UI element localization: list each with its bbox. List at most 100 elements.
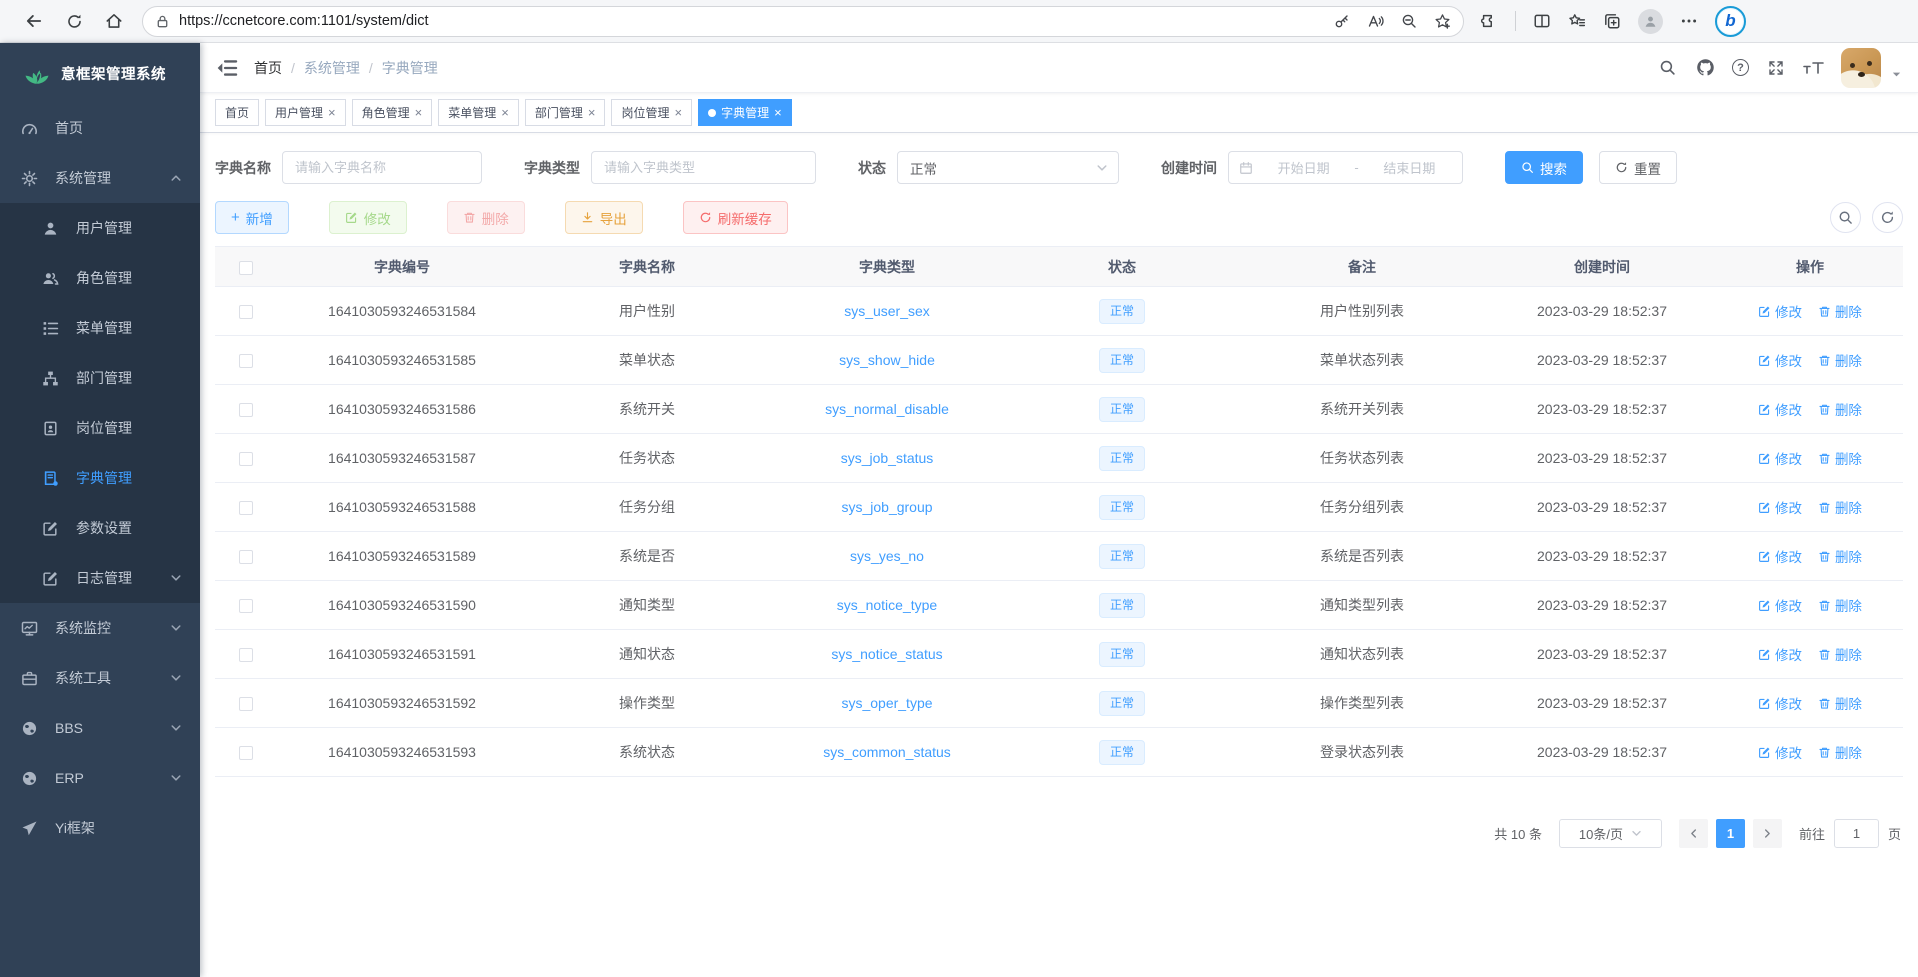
row-checkbox[interactable]: [239, 550, 253, 564]
prev-page-button[interactable]: [1679, 819, 1708, 848]
sidebar-item-dept-mgmt[interactable]: 部门管理: [0, 353, 200, 403]
row-checkbox[interactable]: [239, 746, 253, 760]
row-edit-link[interactable]: 修改: [1758, 399, 1802, 419]
select-all-checkbox[interactable]: [239, 261, 253, 275]
close-icon[interactable]: ×: [328, 106, 336, 119]
sidebar-item-menu-mgmt[interactable]: 菜单管理: [0, 303, 200, 353]
more-options-icon[interactable]: [1680, 12, 1698, 30]
sidebar-item-system-tools[interactable]: 系统工具: [0, 653, 200, 703]
fullscreen-icon[interactable]: [1765, 57, 1787, 79]
dict-type-link[interactable]: sys_normal_disable: [825, 401, 949, 417]
sidebar-item-post-mgmt[interactable]: 岗位管理: [0, 403, 200, 453]
close-icon[interactable]: ×: [415, 106, 423, 119]
browser-home-button[interactable]: [94, 4, 134, 38]
collections-icon[interactable]: [1603, 12, 1621, 30]
goto-page-input[interactable]: [1834, 819, 1879, 848]
edit-button[interactable]: 修改: [329, 201, 407, 234]
sidebar-item-system-monitor[interactable]: 系统监控: [0, 603, 200, 653]
next-page-button[interactable]: [1753, 819, 1782, 848]
row-edit-link[interactable]: 修改: [1758, 644, 1802, 664]
add-button[interactable]: +新增: [215, 201, 289, 234]
row-delete-link[interactable]: 删除: [1818, 742, 1862, 762]
row-delete-link[interactable]: 删除: [1818, 595, 1862, 615]
sidebar-item-erp[interactable]: ERP: [0, 753, 200, 803]
row-checkbox[interactable]: [239, 452, 253, 466]
current-page-button[interactable]: 1: [1716, 819, 1745, 848]
row-delete-link[interactable]: 删除: [1818, 546, 1862, 566]
delete-button[interactable]: 删除: [447, 201, 525, 234]
help-icon[interactable]: ?: [1732, 59, 1749, 76]
tab-菜单管理[interactable]: 菜单管理×: [438, 99, 519, 126]
row-delete-link[interactable]: 删除: [1818, 693, 1862, 713]
add-favorite-star-icon[interactable]: [1434, 13, 1451, 30]
row-delete-link[interactable]: 删除: [1818, 644, 1862, 664]
avatar-caret-down-icon[interactable]: [1891, 69, 1902, 80]
close-icon[interactable]: ×: [774, 106, 782, 119]
row-edit-link[interactable]: 修改: [1758, 595, 1802, 615]
tab-部门管理[interactable]: 部门管理×: [525, 99, 606, 126]
dict-type-link[interactable]: sys_job_status: [841, 450, 934, 466]
extensions-puzzle-icon[interactable]: [1480, 12, 1498, 30]
search-button[interactable]: 搜索: [1505, 151, 1583, 184]
refresh-table-button[interactable]: [1872, 202, 1903, 233]
sidebar-item-home[interactable]: 首页: [0, 103, 200, 153]
browser-back-button[interactable]: [14, 4, 54, 38]
favorites-icon[interactable]: [1568, 12, 1586, 30]
password-key-icon[interactable]: [1334, 13, 1350, 29]
page-size-select[interactable]: 10条/页: [1559, 819, 1662, 848]
browser-profile-avatar[interactable]: [1638, 9, 1663, 34]
sidebar-item-dict-mgmt[interactable]: 字典管理: [0, 453, 200, 503]
row-edit-link[interactable]: 修改: [1758, 497, 1802, 517]
row-edit-link[interactable]: 修改: [1758, 742, 1802, 762]
dict-type-link[interactable]: sys_yes_no: [850, 548, 924, 564]
show-search-toggle-button[interactable]: [1830, 202, 1861, 233]
dict-type-link[interactable]: sys_job_group: [841, 499, 932, 515]
row-edit-link[interactable]: 修改: [1758, 448, 1802, 468]
row-delete-link[interactable]: 删除: [1818, 301, 1862, 321]
close-icon[interactable]: ×: [588, 106, 596, 119]
tab-岗位管理[interactable]: 岗位管理×: [611, 99, 692, 126]
header-search-icon[interactable]: [1656, 57, 1678, 79]
export-button[interactable]: 导出: [565, 201, 643, 234]
tab-角色管理[interactable]: 角色管理×: [352, 99, 433, 126]
address-bar[interactable]: https://ccnetcore.com:1101/system/dict: [142, 6, 1464, 37]
dict-type-input[interactable]: [591, 151, 816, 184]
tab-首页[interactable]: 首页: [215, 99, 259, 126]
row-delete-link[interactable]: 删除: [1818, 448, 1862, 468]
close-icon[interactable]: ×: [501, 106, 509, 119]
user-avatar[interactable]: [1841, 48, 1881, 88]
row-checkbox[interactable]: [239, 403, 253, 417]
tab-字典管理[interactable]: 字典管理×: [698, 99, 792, 126]
breadcrumb-item[interactable]: 首页: [254, 58, 282, 78]
zoom-out-icon[interactable]: [1401, 13, 1417, 29]
dict-type-link[interactable]: sys_notice_status: [831, 646, 942, 662]
row-edit-link[interactable]: 修改: [1758, 301, 1802, 321]
dict-name-input[interactable]: [282, 151, 482, 184]
reset-button[interactable]: 重置: [1599, 151, 1677, 184]
sidebar-item-log-mgmt[interactable]: 日志管理: [0, 553, 200, 603]
row-edit-link[interactable]: 修改: [1758, 693, 1802, 713]
read-aloud-icon[interactable]: [1367, 13, 1384, 29]
dict-type-link[interactable]: sys_user_sex: [844, 303, 930, 319]
status-select[interactable]: 正常: [897, 151, 1119, 184]
sidebar-item-yi-framework[interactable]: Yi框架: [0, 803, 200, 853]
sidebar-item-system-mgmt[interactable]: 系统管理: [0, 153, 200, 203]
date-range-picker[interactable]: 开始日期 - 结束日期: [1228, 151, 1463, 184]
sidebar-item-user-mgmt[interactable]: 用户管理: [0, 203, 200, 253]
close-icon[interactable]: ×: [674, 106, 682, 119]
browser-refresh-button[interactable]: [54, 4, 94, 38]
sidebar-item-param-settings[interactable]: 参数设置: [0, 503, 200, 553]
row-delete-link[interactable]: 删除: [1818, 350, 1862, 370]
dict-type-link[interactable]: sys_notice_type: [837, 597, 937, 613]
row-delete-link[interactable]: 删除: [1818, 497, 1862, 517]
row-checkbox[interactable]: [239, 501, 253, 515]
row-edit-link[interactable]: 修改: [1758, 350, 1802, 370]
dict-type-link[interactable]: sys_oper_type: [841, 695, 932, 711]
row-checkbox[interactable]: [239, 648, 253, 662]
row-checkbox[interactable]: [239, 354, 253, 368]
sidebar-item-role-mgmt[interactable]: 角色管理: [0, 253, 200, 303]
tab-用户管理[interactable]: 用户管理×: [265, 99, 346, 126]
row-checkbox[interactable]: [239, 305, 253, 319]
refresh-cache-button[interactable]: 刷新缓存: [683, 201, 788, 234]
sidebar-collapse-icon[interactable]: [216, 57, 238, 79]
